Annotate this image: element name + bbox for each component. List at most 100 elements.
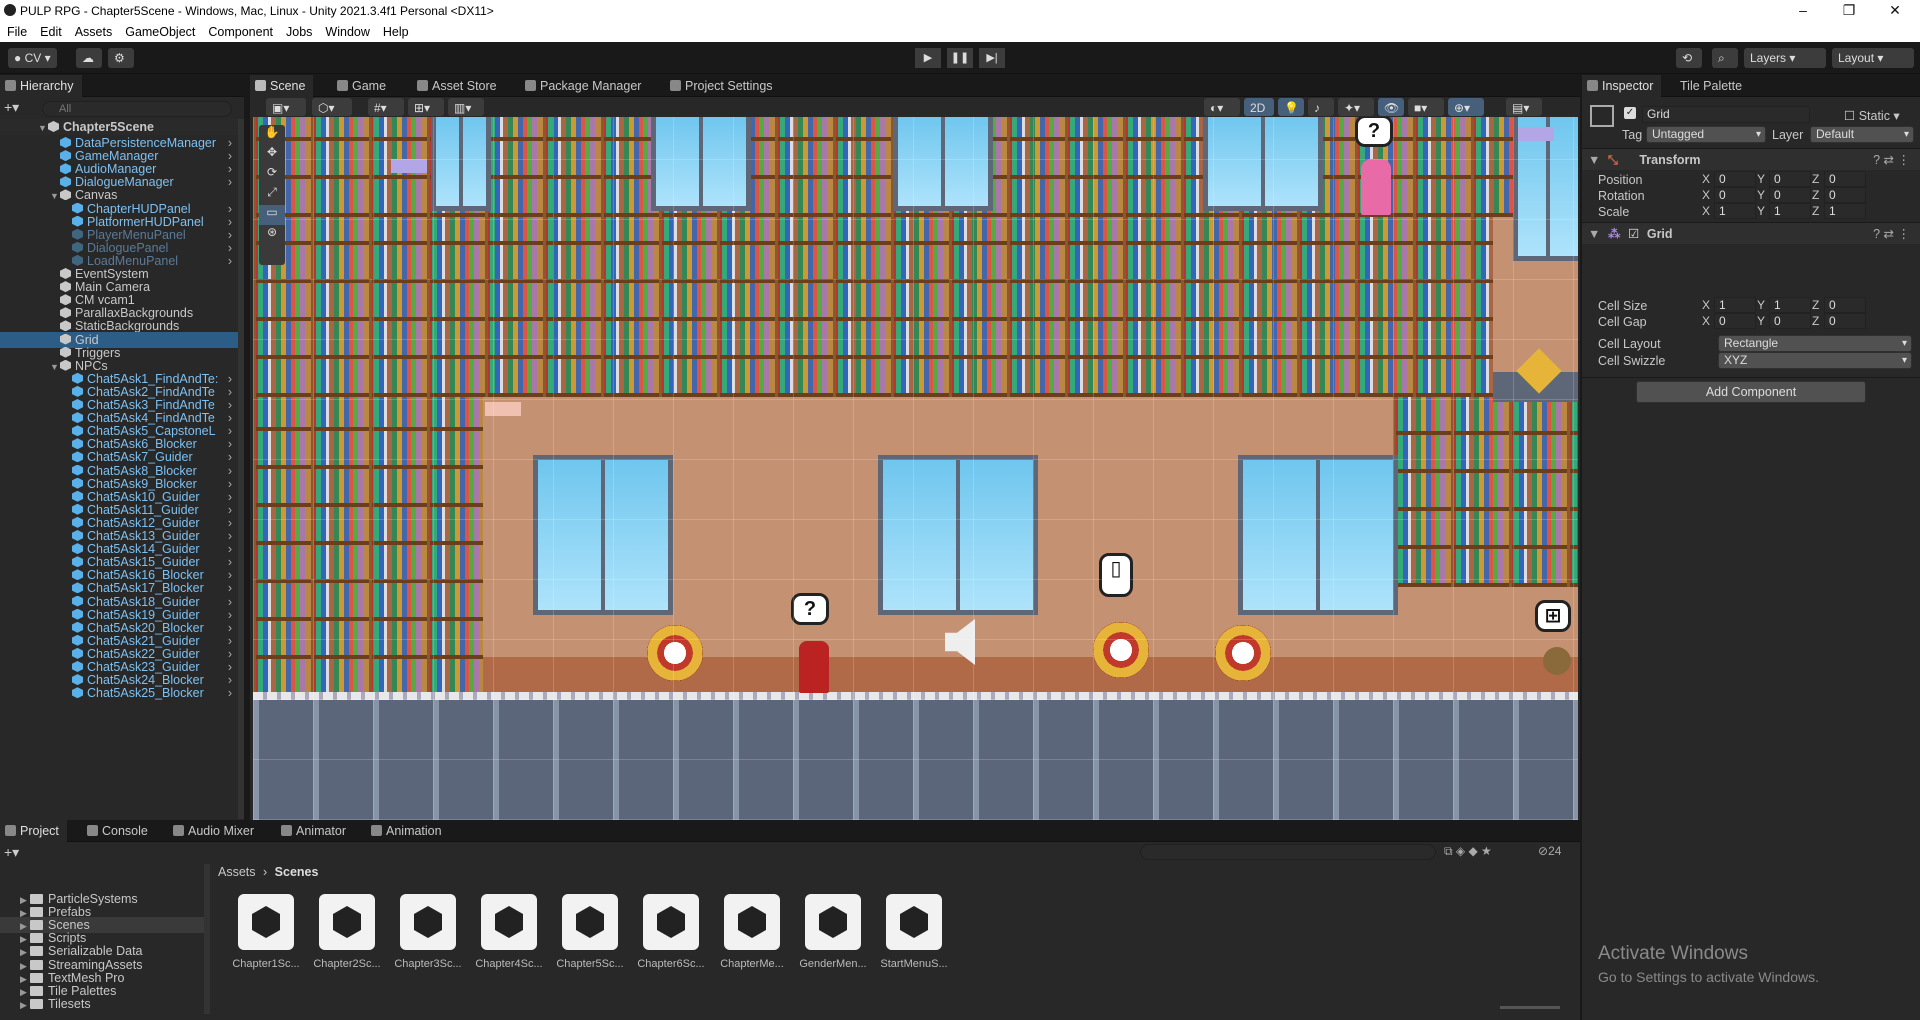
history-icon[interactable]: ⟲ bbox=[1676, 48, 1702, 68]
tab-animator[interactable]: Animator bbox=[276, 820, 354, 842]
folder-scrollbar[interactable] bbox=[204, 864, 210, 1014]
field-z[interactable]: 0 bbox=[1824, 313, 1866, 329]
question-bubble-icon[interactable]: ? bbox=[791, 593, 829, 625]
grid-enabled-checkbox[interactable]: ☑ bbox=[1628, 227, 1639, 241]
tab-console[interactable]: Console bbox=[82, 820, 156, 842]
tab-project-settings[interactable]: Project Settings bbox=[665, 75, 781, 97]
menu-gameobject[interactable]: GameObject bbox=[118, 22, 201, 39]
field-y[interactable]: 0 bbox=[1769, 313, 1811, 329]
field-z[interactable]: 0 bbox=[1824, 297, 1866, 313]
tab-tile-palette[interactable]: Tile Palette bbox=[1672, 75, 1750, 97]
scene-asset[interactable]: GenderMen... bbox=[797, 894, 869, 970]
scene-asset[interactable]: Chapter1Sc... bbox=[230, 894, 302, 970]
phone-bubble-icon[interactable]: ▯ bbox=[1099, 553, 1133, 597]
cloud-icon[interactable]: ☁ bbox=[76, 48, 102, 68]
scene-asset[interactable]: Chapter5Sc... bbox=[554, 894, 626, 970]
search-icon[interactable]: ⌕ bbox=[1712, 48, 1738, 68]
account-dropdown[interactable]: ● CV ▾ bbox=[8, 48, 57, 68]
scene-asset[interactable]: ChapterMe... bbox=[716, 894, 788, 970]
overlay-dropdown[interactable]: ▤▾ bbox=[1506, 98, 1542, 116]
play-button[interactable]: ▶ bbox=[915, 48, 941, 68]
hierarchy-row[interactable]: Chat5Ask25_Blocker › bbox=[0, 685, 238, 701]
move-tool-icon[interactable]: ✥ bbox=[259, 145, 285, 165]
2d-toggle[interactable]: 2D bbox=[1244, 98, 1274, 116]
menu-edit[interactable]: Edit bbox=[33, 22, 68, 39]
visibility-toggle-icon[interactable]: 👁 bbox=[1378, 98, 1404, 116]
layers-dropdown[interactable]: Layers ▾ bbox=[1744, 48, 1826, 68]
active-checkbox[interactable]: ✓ bbox=[1624, 107, 1636, 119]
menu-component[interactable]: Component bbox=[201, 22, 279, 39]
cell-layout-dropdown[interactable]: Rectangle bbox=[1718, 335, 1912, 352]
step-button[interactable]: ▶| bbox=[979, 48, 1005, 68]
field-y[interactable]: 1 bbox=[1769, 297, 1811, 313]
audio-toggle-icon[interactable]: ♪ bbox=[1308, 98, 1334, 116]
minimize-icon[interactable]: – bbox=[1780, 0, 1826, 22]
shading-dropdown[interactable]: ◐▾ bbox=[1204, 98, 1240, 116]
field-x[interactable]: 0 bbox=[1714, 171, 1756, 187]
pause-button[interactable]: ❚❚ bbox=[947, 48, 973, 68]
menu-assets[interactable]: Assets bbox=[68, 22, 119, 39]
grid-component-header[interactable]: ▼ ⁂ ☑ Grid ? ⇄ ⋮ bbox=[1582, 222, 1920, 244]
menu-window[interactable]: Window bbox=[318, 22, 375, 39]
cart-bubble-icon[interactable]: ⊞ bbox=[1535, 600, 1571, 632]
gizmos-dropdown[interactable]: ⊕▾ bbox=[1448, 98, 1484, 116]
tag-dropdown[interactable]: Untagged bbox=[1646, 126, 1766, 143]
menu-jobs[interactable]: Jobs bbox=[279, 22, 318, 39]
scene-viewport[interactable]: ? ? ▯ ⊞ ✋ ✥ ⟳ ⤢ ▭ ⊛ bbox=[253, 117, 1578, 820]
scene-asset[interactable]: StartMenuS... bbox=[878, 894, 950, 970]
layout-dropdown[interactable]: Layout ▾ bbox=[1832, 48, 1914, 68]
university-seal-2[interactable] bbox=[1093, 622, 1149, 678]
hidden-packages-count[interactable]: ⊘24 bbox=[1538, 844, 1561, 858]
ruler-dropdown[interactable]: ▥▾ bbox=[448, 98, 484, 116]
field-y[interactable]: 0 bbox=[1769, 187, 1811, 203]
npc-pink-sprite[interactable] bbox=[1361, 159, 1391, 215]
scene-asset[interactable]: Chapter4Sc... bbox=[473, 894, 545, 970]
question-bubble-icon-top[interactable]: ? bbox=[1355, 117, 1393, 147]
fold-arrow-icon[interactable]: ▶ bbox=[20, 997, 30, 1013]
lighting-toggle-icon[interactable]: 💡 bbox=[1278, 98, 1304, 116]
scene-asset[interactable]: Chapter6Sc... bbox=[635, 894, 707, 970]
field-x[interactable]: 0 bbox=[1714, 187, 1756, 203]
tab-animation[interactable]: Animation bbox=[366, 820, 450, 842]
tab-game[interactable]: Game bbox=[332, 75, 394, 97]
cell-swizzle-dropdown[interactable]: XYZ bbox=[1718, 352, 1912, 369]
field-x[interactable]: 1 bbox=[1714, 297, 1756, 313]
menu-help[interactable]: Help bbox=[376, 22, 415, 39]
scale-tool-icon[interactable]: ⤢ bbox=[259, 185, 285, 205]
breadcrumb-scenes[interactable]: Scenes bbox=[275, 865, 319, 879]
collab-icon[interactable]: ⚙ bbox=[108, 48, 134, 68]
hand-tool-icon[interactable]: ✋ bbox=[259, 125, 285, 145]
field-y[interactable]: 0 bbox=[1769, 171, 1811, 187]
project-search-input[interactable] bbox=[1140, 844, 1436, 860]
maximize-icon[interactable]: ❐ bbox=[1826, 0, 1872, 22]
snap-increment-dropdown[interactable]: ⊞▾ bbox=[408, 98, 444, 116]
scene-asset[interactable]: Chapter2Sc... bbox=[311, 894, 383, 970]
component-menu-icon[interactable]: ? ⇄ ⋮ bbox=[1873, 223, 1910, 245]
university-seal-1[interactable] bbox=[647, 625, 703, 681]
create-asset-button[interactable]: +▾ bbox=[4, 844, 19, 861]
project-filter-icons[interactable]: ⧉ ◈ ◆ ★ bbox=[1444, 844, 1492, 859]
field-z[interactable]: 1 bbox=[1824, 203, 1866, 219]
add-object-button[interactable]: +▾ bbox=[4, 99, 19, 116]
add-component-button[interactable]: Add Component bbox=[1636, 381, 1866, 403]
folder-row[interactable]: ▶ Tilesets bbox=[0, 996, 205, 1012]
transform-tool-icon[interactable]: ⊛ bbox=[259, 225, 285, 245]
scene-root-row[interactable]: ▼ Chapter5Scene bbox=[0, 119, 238, 135]
zoom-slider[interactable] bbox=[1500, 1006, 1560, 1009]
tab-package-manager[interactable]: Package Manager bbox=[520, 75, 649, 97]
static-toggle[interactable]: ☐ Static ▾ bbox=[1844, 108, 1900, 123]
hierarchy-search-input[interactable]: All bbox=[42, 101, 232, 117]
rotate-tool-icon[interactable]: ⟳ bbox=[259, 165, 285, 185]
tab-project[interactable]: Project bbox=[0, 820, 67, 842]
breadcrumb-assets[interactable]: Assets bbox=[218, 865, 256, 879]
menu-file[interactable]: File bbox=[0, 22, 33, 39]
gizmo-dropdown[interactable]: ⬡▾ bbox=[312, 98, 352, 116]
effects-dropdown[interactable]: ✦▾ bbox=[1338, 98, 1374, 116]
draw-mode-dropdown[interactable]: ▣▾ bbox=[266, 98, 306, 116]
lamp-object-icon[interactable] bbox=[1543, 647, 1571, 675]
tab-inspector[interactable]: Inspector bbox=[1582, 75, 1662, 97]
tab-asset-store[interactable]: Asset Store bbox=[412, 75, 505, 97]
component-menu-icon[interactable]: ? ⇄ ⋮ bbox=[1873, 149, 1910, 171]
camera-dropdown[interactable]: ■▾ bbox=[1408, 98, 1444, 116]
transform-component-header[interactable]: ▼ ⤡ Transform ? ⇄ ⋮ bbox=[1582, 148, 1920, 170]
